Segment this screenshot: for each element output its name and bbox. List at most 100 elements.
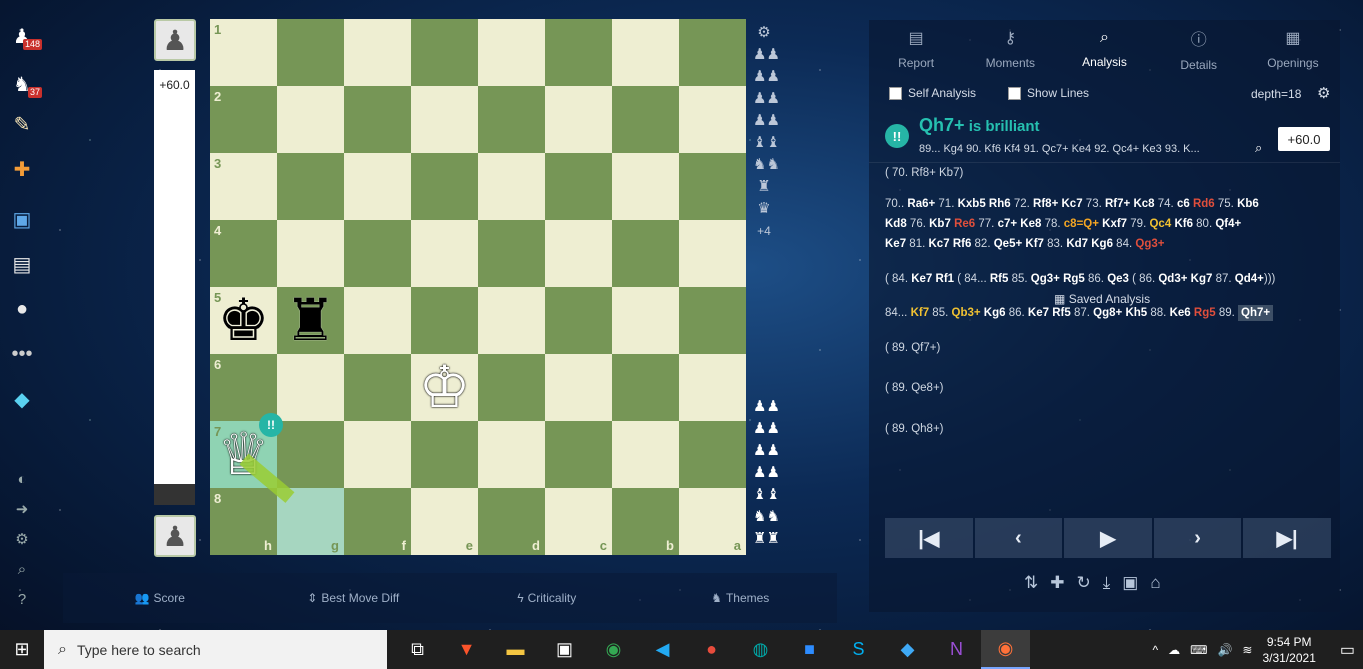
- board-square[interactable]: [277, 354, 344, 421]
- show-lines-checkbox[interactable]: [1008, 86, 1021, 100]
- language-icon[interactable]: ⌨: [1190, 643, 1207, 657]
- board-square[interactable]: [612, 354, 679, 421]
- app-icon-2[interactable]: ◆: [883, 630, 932, 669]
- board-square[interactable]: [679, 153, 746, 220]
- board-square[interactable]: [344, 86, 411, 153]
- settings-icon[interactable]: ⚙: [753, 22, 775, 44]
- criticality-button[interactable]: ϟ Criticality: [450, 573, 644, 623]
- cloud-icon[interactable]: ☁: [1168, 643, 1180, 657]
- chess-board[interactable]: 1 2 3 4 5 ♚ ♜ 6 ♔ 7 ♕!! 8 h g f e d c b a: [210, 19, 746, 555]
- flip-board-icon[interactable]: ⇅: [1024, 573, 1038, 593]
- board-square[interactable]: [277, 86, 344, 153]
- chrome-icon[interactable]: ◉: [589, 630, 638, 669]
- saved-analysis-button[interactable]: ▦ Saved Analysis: [1054, 292, 1150, 306]
- task-view-icon[interactable]: ⧉: [393, 630, 442, 669]
- board-square[interactable]: [344, 287, 411, 354]
- board-square[interactable]: [612, 153, 679, 220]
- board-square[interactable]: [344, 153, 411, 220]
- self-analysis-checkbox[interactable]: [889, 86, 902, 100]
- board-square[interactable]: [545, 153, 612, 220]
- board-square[interactable]: 5 ♚: [210, 287, 277, 354]
- last-move-button[interactable]: ▶|: [1243, 518, 1331, 558]
- board-square[interactable]: [277, 19, 344, 86]
- board-square[interactable]: c: [545, 488, 612, 555]
- tab-report[interactable]: ▤ Report: [869, 20, 963, 78]
- board-square[interactable]: [478, 287, 545, 354]
- board-square[interactable]: [545, 421, 612, 488]
- board-square[interactable]: ♔: [411, 354, 478, 421]
- board-square[interactable]: [612, 287, 679, 354]
- white-king[interactable]: ♔: [411, 354, 478, 421]
- first-move-button[interactable]: |◀: [885, 518, 973, 558]
- previous-move-button[interactable]: ‹: [974, 518, 1063, 558]
- settings-icon[interactable]: ⚙: [6, 525, 38, 553]
- board-square[interactable]: [612, 220, 679, 287]
- best-move-diff-button[interactable]: ⇕ Best Move Diff: [257, 573, 451, 623]
- board-square[interactable]: [344, 421, 411, 488]
- board-square[interactable]: [612, 19, 679, 86]
- board-square[interactable]: a: [679, 488, 746, 555]
- main-line[interactable]: 84... Kf7 85. Qb3+ Kg6 86. Ke7 Rf5 87. Q…: [885, 303, 1315, 323]
- variation-line[interactable]: ( 84. Ke7 Rf1 ( 84... Rf5 85. Qg3+ Rg5 8…: [885, 269, 1315, 289]
- pawn-icon[interactable]: ♟ 148: [6, 22, 42, 50]
- board-square[interactable]: [277, 220, 344, 287]
- board-square[interactable]: 6: [210, 354, 277, 421]
- board-square[interactable]: [478, 421, 545, 488]
- board-square[interactable]: [411, 220, 478, 287]
- next-move-button[interactable]: ›: [1153, 518, 1242, 558]
- board-square[interactable]: [478, 354, 545, 421]
- board-square[interactable]: [679, 421, 746, 488]
- board-square[interactable]: [679, 220, 746, 287]
- wifi-icon[interactable]: ≋: [1242, 643, 1252, 657]
- board-square[interactable]: [679, 19, 746, 86]
- firefox-icon[interactable]: ◉: [981, 630, 1030, 669]
- share-icon[interactable]: ▣: [1122, 573, 1138, 593]
- board-square[interactable]: [411, 421, 478, 488]
- main-line[interactable]: 70.. Ra6+ 71. Kxb5 Rh6 72. Rf8+ Kc7 73. …: [885, 194, 1315, 254]
- board-square[interactable]: [612, 86, 679, 153]
- board-square[interactable]: [545, 287, 612, 354]
- puzzle-icon[interactable]: ♞ 37: [6, 70, 42, 98]
- signin-icon[interactable]: ➜: [6, 495, 38, 523]
- board-square[interactable]: [277, 421, 344, 488]
- bank-icon[interactable]: ⌂: [1150, 573, 1160, 593]
- board-square[interactable]: 1: [210, 19, 277, 86]
- store-icon[interactable]: ▣: [540, 630, 589, 669]
- bottom-player-avatar[interactable]: ♟: [154, 515, 196, 557]
- news-icon[interactable]: ▤: [6, 250, 38, 278]
- board-square[interactable]: [478, 86, 545, 153]
- onenote-icon[interactable]: N: [932, 630, 981, 669]
- help-icon[interactable]: ?: [6, 585, 38, 613]
- self-analysis-option[interactable]: Self Analysis: [889, 86, 976, 100]
- file-explorer-icon[interactable]: ▬: [491, 630, 540, 669]
- search-icon[interactable]: ⌕: [6, 555, 38, 583]
- board-square[interactable]: ♜: [277, 287, 344, 354]
- volume-icon[interactable]: 🔊: [1217, 643, 1232, 657]
- variation-line[interactable]: ( 89. Qh8+): [885, 419, 1315, 439]
- theme-icon[interactable]: ◐: [6, 465, 38, 493]
- gear-icon[interactable]: ⚙: [1317, 84, 1330, 102]
- tab-moments[interactable]: ⚷ Moments: [963, 20, 1057, 78]
- board-square[interactable]: [545, 354, 612, 421]
- brave-icon[interactable]: ▼: [442, 630, 491, 669]
- board-square[interactable]: [478, 153, 545, 220]
- board-square[interactable]: [411, 287, 478, 354]
- chat-icon[interactable]: ●: [6, 295, 38, 323]
- tab-openings[interactable]: ▦ Openings: [1246, 20, 1340, 78]
- board-square[interactable]: [612, 421, 679, 488]
- board-square[interactable]: [478, 220, 545, 287]
- board-square[interactable]: 4: [210, 220, 277, 287]
- variation-line[interactable]: ( 89. Qf7+): [885, 338, 1315, 358]
- board-square[interactable]: [679, 354, 746, 421]
- taskbar-search[interactable]: ⌕ Type here to search: [44, 630, 387, 669]
- board-square[interactable]: [277, 153, 344, 220]
- chevron-up-icon[interactable]: ^: [1153, 643, 1159, 657]
- board-square[interactable]: [545, 86, 612, 153]
- board-square[interactable]: [679, 86, 746, 153]
- play-button[interactable]: ▶: [1064, 518, 1152, 558]
- show-lines-option[interactable]: Show Lines: [1008, 86, 1089, 100]
- board-square[interactable]: 8h: [210, 488, 277, 555]
- musescore-icon[interactable]: ◍: [736, 630, 785, 669]
- notifications-icon[interactable]: ▭: [1340, 640, 1355, 660]
- tab-details[interactable]: ⓘ Details: [1152, 20, 1246, 78]
